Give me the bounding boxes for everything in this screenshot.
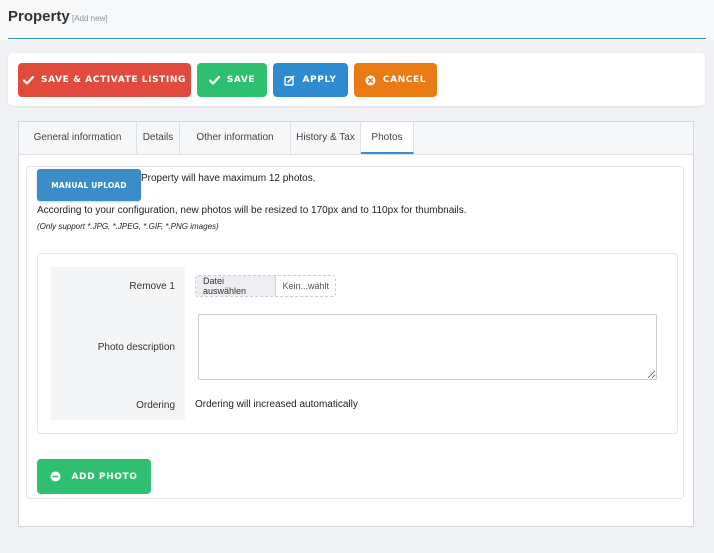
edit-icon [284,75,295,86]
file-status-text: Kein...wählt [282,281,329,291]
save-activate-label: SAVE & ACTIVATE LISTING [41,75,186,85]
photo-entry-box: Remove 1 Photo description Ordering Date… [37,253,678,434]
photos-tab-content: MANUAL UPLOAD Property will have maximum… [26,166,684,499]
tab-other-information[interactable]: Other information [180,122,291,154]
tab-general-information[interactable]: General information [19,122,137,154]
tab-history-tax[interactable]: History & Tax [291,122,361,154]
page-header: Property [Add new] [0,0,714,40]
tab-details[interactable]: Details [137,122,180,154]
page-subtitle: [Add new] [72,14,108,23]
save-label: SAVE [226,75,256,85]
save-activate-listing-button[interactable]: SAVE & ACTIVATE LISTING [18,63,191,97]
check-icon [208,75,220,85]
resize-info-text: According to your configuration, new pho… [37,205,467,216]
add-photo-label: ADD PHOTO [71,471,138,482]
supported-formats-text: (Only support *.JPG, *.JPEG, *.GIF, *.PN… [37,222,219,231]
tab-bar: General information Details Other inform… [19,122,693,155]
tab-photos[interactable]: Photos [361,122,414,154]
cancel-button[interactable]: CANCEL [354,63,437,97]
add-photo-button[interactable]: ADD PHOTO [37,459,151,494]
page-title: Property [8,8,70,25]
remove-label: Remove 1 [129,281,175,292]
minus-circle-icon [50,471,61,482]
close-circle-icon [365,75,376,86]
choose-file-button[interactable]: Datei auswählen [196,276,277,296]
max-photos-text: Property will have maximum 12 photos. [141,173,316,184]
photo-description-label: Photo description [97,342,175,353]
photo-file-input[interactable]: Datei auswählen Kein...wählt [195,275,336,297]
header-divider [8,38,706,39]
action-toolbar: SAVE & ACTIVATE LISTING SAVE APPLY CANCE… [8,53,705,106]
save-button[interactable]: SAVE [197,63,267,97]
photo-description-textarea[interactable] [198,314,657,380]
label-column: Remove 1 Photo description Ordering [51,267,185,420]
check-icon [23,75,35,85]
cancel-label: CANCEL [382,75,427,85]
ordering-label: Ordering [136,400,175,411]
apply-label: APPLY [302,75,337,85]
manual-upload-button[interactable]: MANUAL UPLOAD [37,169,141,201]
property-form-panel: General information Details Other inform… [18,121,694,527]
apply-button[interactable]: APPLY [273,63,348,97]
ordering-info-text: Ordering will increased automatically [195,399,358,410]
